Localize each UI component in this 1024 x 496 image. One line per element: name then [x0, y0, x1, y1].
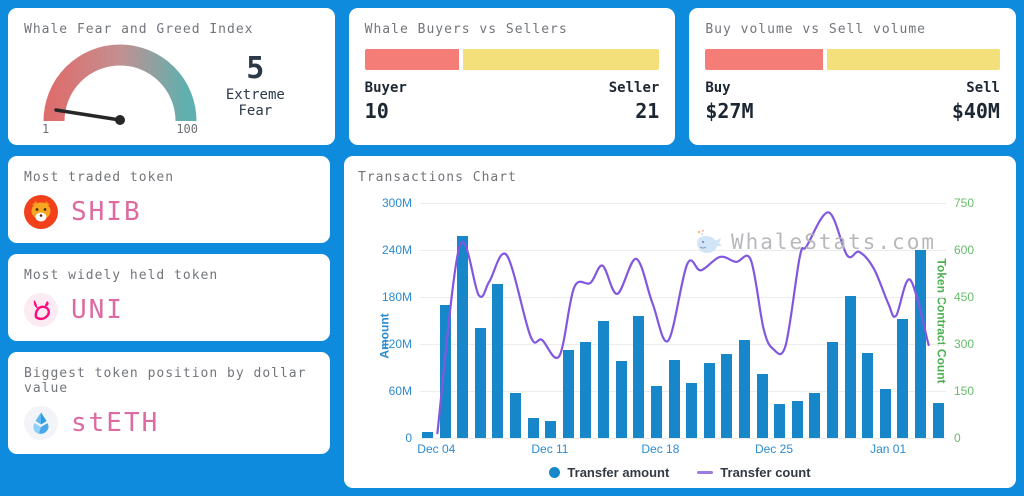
- fear-greed-value-block: 5 Extreme Fear: [208, 52, 313, 119]
- top-row: Whale Fear and Greed Index: [8, 8, 1016, 145]
- gauge-min-label: 1: [42, 122, 49, 136]
- biggest-position-card: Biggest token position by dollar value s…: [8, 352, 330, 454]
- chart-zone: Amount Token Contract Count 300M750240M6…: [358, 191, 1002, 480]
- chart-plot-area[interactable]: 300M750240M600180M450120M30060M15000: [420, 203, 946, 438]
- biggest-position-token-name: stETH: [71, 408, 159, 438]
- token-column: Most traded token: [8, 156, 330, 488]
- steth-token-icon: [24, 406, 58, 440]
- most-traded-card: Most traded token: [8, 156, 330, 243]
- buy-volume-segment: [705, 49, 823, 70]
- main-row: Most traded token: [8, 156, 1016, 488]
- legend-item-transfer-amount[interactable]: Transfer amount: [549, 465, 669, 480]
- volumes-bar: [705, 49, 1000, 70]
- x-axis-tick: Dec 25: [755, 442, 793, 456]
- x-axis-tick: Dec 18: [641, 442, 679, 456]
- left-axis-tick: 120M: [382, 337, 412, 351]
- fear-greed-body: 1 100 5 Extreme Fear: [24, 37, 319, 133]
- x-axis-tick: Jan 01: [870, 442, 906, 456]
- left-axis-tick: 300M: [382, 196, 412, 210]
- legend-label: Transfer count: [720, 465, 810, 480]
- legend-dot-icon: [549, 467, 560, 478]
- fear-greed-title: Whale Fear and Greed Index: [24, 22, 319, 37]
- sell-volume-segment: [827, 49, 1000, 70]
- fear-greed-card: Whale Fear and Greed Index: [8, 8, 335, 145]
- most-held-card: Most widely held token UNI: [8, 254, 330, 341]
- left-axis-tick: 240M: [382, 243, 412, 257]
- left-axis-tick: 180M: [382, 290, 412, 304]
- left-axis-tick: 60M: [389, 384, 412, 398]
- fear-greed-value: 5: [208, 52, 303, 85]
- sell-label: Sell: [966, 80, 1000, 96]
- right-axis-tick: 600: [954, 243, 974, 257]
- most-held-token-name: UNI: [71, 295, 124, 325]
- most-held-token-row[interactable]: UNI: [24, 293, 314, 327]
- uni-token-icon: [24, 293, 58, 327]
- most-held-title: Most widely held token: [24, 268, 314, 283]
- buy-label: Buy: [705, 80, 730, 96]
- buyer-bar-segment: [365, 49, 459, 70]
- x-axis-tick: Dec 04: [417, 442, 455, 456]
- gauge-arc-icon: [30, 37, 208, 133]
- buyers-sellers-card: Whale Buyers vs Sellers Buyer Seller 10 …: [349, 8, 676, 145]
- buyers-sellers-bar: [365, 49, 660, 70]
- volumes-card: Buy volume vs Sell volume Buy Sell $27M …: [689, 8, 1016, 145]
- x-axis-labels: Dec 04 Dec 11 Dec 18 Dec 25 Jan 01: [420, 442, 946, 458]
- transactions-chart-card: Transactions Chart Amount Token Contract…: [344, 156, 1016, 488]
- fear-greed-label: Extreme Fear: [208, 87, 303, 119]
- buy-volume-value: $27M: [705, 99, 753, 123]
- legend-label: Transfer amount: [567, 465, 669, 480]
- most-traded-title: Most traded token: [24, 170, 314, 185]
- right-axis-tick: 750: [954, 196, 974, 210]
- transfer-count-line: [420, 203, 946, 438]
- left-axis-name: Amount: [378, 313, 392, 358]
- chart-legend: Transfer amount Transfer count: [358, 465, 1002, 480]
- gridline: [420, 438, 946, 439]
- shib-token-icon: [24, 195, 58, 229]
- biggest-position-token-row[interactable]: stETH: [24, 406, 314, 440]
- sell-volume-value: $40M: [952, 99, 1000, 123]
- transactions-chart-title: Transactions Chart: [358, 170, 1002, 185]
- x-axis-tick: Dec 11: [531, 442, 568, 456]
- legend-item-transfer-count[interactable]: Transfer count: [697, 465, 810, 480]
- seller-count: 21: [635, 99, 659, 123]
- biggest-position-title: Biggest token position by dollar value: [24, 366, 314, 396]
- buyer-count: 10: [365, 99, 389, 123]
- buyers-sellers-title: Whale Buyers vs Sellers: [365, 22, 660, 37]
- seller-label: Seller: [609, 80, 660, 96]
- most-traded-token-row[interactable]: SHIB: [24, 195, 314, 229]
- dashboard: Whale Fear and Greed Index: [0, 0, 1024, 496]
- gauge-max-label: 100: [176, 122, 198, 136]
- fear-greed-gauge: 1 100: [30, 37, 208, 133]
- right-axis-tick: 300: [954, 337, 974, 351]
- most-traded-token-name: SHIB: [71, 197, 142, 227]
- right-axis-tick: 150: [954, 384, 974, 398]
- left-axis-tick: 0: [405, 431, 412, 445]
- volumes-title: Buy volume vs Sell volume: [705, 22, 1000, 37]
- legend-line-icon: [697, 471, 713, 474]
- seller-bar-segment: [463, 49, 659, 70]
- gauge-scale: 1 100: [30, 122, 208, 136]
- right-axis-tick: 450: [954, 290, 974, 304]
- right-axis-tick: 0: [954, 431, 961, 445]
- buyer-label: Buyer: [365, 80, 407, 96]
